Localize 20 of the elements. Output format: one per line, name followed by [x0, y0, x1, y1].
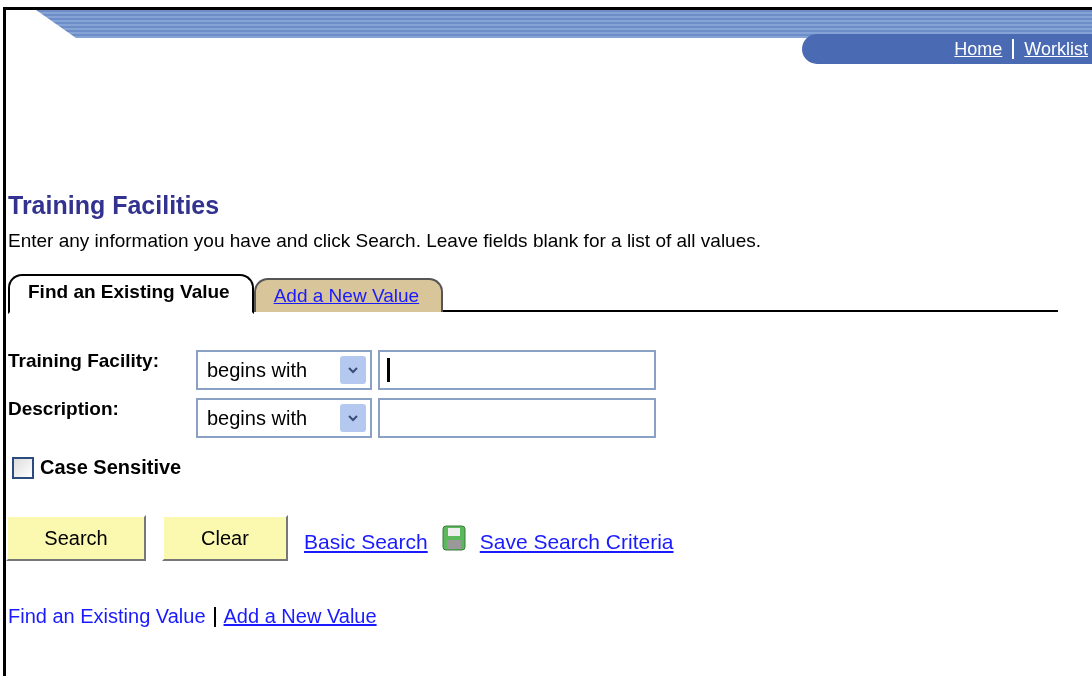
action-button[interactable]: Search	[6, 515, 146, 561]
tab[interactable]: Add a New Value	[253, 278, 444, 312]
operator-dropdown[interactable]: begins with	[196, 398, 372, 438]
input-field[interactable]	[378, 350, 656, 390]
nav-link[interactable]: Home	[954, 38, 1003, 60]
field-label: Description:	[8, 398, 120, 420]
action-button[interactable]: Clear	[162, 515, 288, 561]
tab[interactable]: Find an Existing Value	[8, 274, 254, 314]
link[interactable]: Save Search Criteria	[479, 530, 674, 554]
nav-link[interactable]: Worklist	[1024, 38, 1088, 60]
footer-link[interactable]: Add a New Value	[223, 605, 377, 628]
input-field[interactable]	[378, 398, 656, 438]
field-label: Training Facility:	[8, 350, 160, 372]
checkbox-label: Case Sensitive	[40, 456, 182, 479]
operator-dropdown[interactable]: begins with	[196, 350, 372, 390]
link[interactable]: Basic Search	[304, 530, 428, 554]
checkbox[interactable]	[12, 456, 34, 479]
footer-link[interactable]: Find an Existing Value	[8, 605, 206, 628]
instructions-text: Enter any information you have and click Search. Leave fields blank for a list of all values.	[8, 230, 762, 252]
page-title: Training Facilities	[8, 191, 221, 220]
